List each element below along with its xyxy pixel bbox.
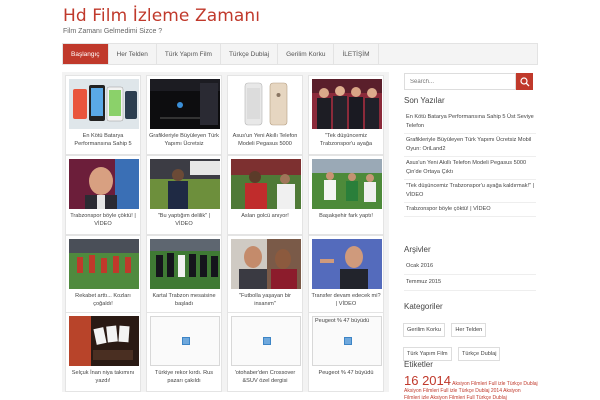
post-card[interactable]: Rekabet arttı... Kozları çoğaldı! bbox=[65, 235, 141, 315]
post-title[interactable]: Başakşehir fark yaptı! bbox=[311, 212, 381, 220]
coach-image[interactable] bbox=[150, 159, 220, 209]
post-card[interactable]: Asus'un Yeni Akıllı Telefon Modeli Pegas… bbox=[227, 75, 303, 155]
recent-post-link[interactable]: Trabzonspor böyle çöktü! | VİDEO bbox=[404, 203, 536, 217]
main-navigation: Başlangıç Her Telden Türk Yapım Film Tür… bbox=[62, 43, 538, 65]
recent-post-link[interactable]: Grafikleriyle Büyüleyen Türk Yapımı Ücre… bbox=[404, 134, 536, 157]
post-title[interactable]: Aslan golcü anıyor! bbox=[230, 212, 300, 220]
categories-list: Gerilim Korku Her Telden Türk Yapım Film… bbox=[403, 318, 537, 366]
footballer-image[interactable] bbox=[231, 159, 301, 209]
player-portrait-image[interactable] bbox=[231, 239, 301, 289]
post-title[interactable]: En Kötü Batarya Performansına Sahip 5 bbox=[68, 132, 138, 148]
category-link[interactable]: Her Telden bbox=[451, 323, 487, 337]
recent-post-link[interactable]: "Tek düşüncemiz Trabzonspor'u ayağa kald… bbox=[404, 180, 536, 203]
men-in-suits-image[interactable] bbox=[312, 79, 382, 129]
broken-image-icon bbox=[182, 337, 190, 345]
phones-image[interactable] bbox=[231, 79, 301, 129]
category-link[interactable]: Türk Yapım Film bbox=[403, 347, 452, 361]
nav-item-home[interactable]: Başlangıç bbox=[63, 44, 109, 64]
post-title[interactable]: Trabzonspor böyle çöktü! | VİDEO bbox=[68, 212, 138, 228]
post-title[interactable]: Rekabet arttı... Kozları çoğaldı! bbox=[68, 292, 138, 308]
training-image[interactable] bbox=[69, 239, 139, 289]
search-input[interactable] bbox=[404, 73, 516, 90]
post-title[interactable]: Türkiye rekor kırdı. Rus pazarı çakıldı bbox=[149, 369, 219, 385]
post-title[interactable]: "Bu yaptığım delilik" | VİDEO bbox=[149, 212, 219, 228]
post-card[interactable]: Aslan golcü anıyor! bbox=[227, 155, 303, 235]
post-card[interactable]: Grafikleriyle Büyüleyen Türk Yapımı Ücre… bbox=[146, 75, 222, 155]
post-card[interactable]: Transfer devam edecek mi? | VİDEO bbox=[308, 235, 384, 315]
broken-image[interactable]: Peugeot % 47 büyüdü bbox=[312, 316, 382, 366]
bald-man-image[interactable] bbox=[69, 159, 139, 209]
search-icon bbox=[519, 76, 529, 86]
cards-image[interactable] bbox=[69, 316, 139, 366]
post-title[interactable]: Grafikleriyle Büyüleyen Türk Yapımı Ücre… bbox=[149, 132, 219, 148]
recent-post-link[interactable]: Asus'un Yeni Akıllı Telefon Modeli Pegas… bbox=[404, 157, 536, 180]
dark-game-image[interactable] bbox=[150, 79, 220, 129]
post-title[interactable]: Kartal Trabzon mesaisine başladı bbox=[149, 292, 219, 308]
post-title[interactable]: Transfer devam edecek mi? | VİDEO bbox=[311, 292, 381, 308]
post-title[interactable]: "Tek düşüncemiz Trabzonspor'u ayağa bbox=[311, 132, 381, 148]
search-button[interactable] bbox=[516, 73, 533, 90]
post-card[interactable]: Başakşehir fark yaptı! bbox=[308, 155, 384, 235]
nav-item-turk-yapim-film[interactable]: Türk Yapım Film bbox=[157, 44, 221, 64]
nav-item-her-telden[interactable]: Her Telden bbox=[109, 44, 157, 64]
site-title[interactable]: Hd Film İzleme Zamanı bbox=[63, 6, 260, 26]
category-link[interactable]: Gerilim Korku bbox=[403, 323, 445, 337]
nav-item-gerilim-korku[interactable]: Gerilim Korku bbox=[278, 44, 335, 64]
archives-title: Arşivler bbox=[404, 245, 431, 254]
broken-image[interactable] bbox=[150, 316, 220, 366]
categories-title: Kategoriler bbox=[404, 302, 443, 311]
post-title[interactable]: "Futbolla yaşayan bir insanım" bbox=[230, 292, 300, 308]
tag-link[interactable]: 16 2014 bbox=[404, 373, 451, 388]
post-card[interactable]: Türkiye rekor kırdı. Rus pazarı çakıldı bbox=[146, 312, 222, 392]
archive-link[interactable]: Ocak 2016 bbox=[404, 259, 536, 275]
post-title[interactable]: Asus'un Yeni Akıllı Telefon Modeli Pegas… bbox=[230, 132, 300, 148]
post-grid: En Kötü Batarya Performansına Sahip 5 Gr… bbox=[62, 72, 389, 392]
post-card[interactable]: Kartal Trabzon mesaisine başladı bbox=[146, 235, 222, 315]
nav-item-turkce-dublaj[interactable]: Türkçe Dublaj bbox=[221, 44, 279, 64]
recent-posts-title: Son Yazılar bbox=[404, 96, 445, 105]
post-card[interactable]: 'otohaber'den Crossover &SUV özel dergis… bbox=[227, 312, 303, 392]
post-title[interactable]: Selçuk İnan niya takımını yazdı! bbox=[68, 369, 138, 385]
post-card[interactable]: En Kötü Batarya Performansına Sahip 5 bbox=[65, 75, 141, 155]
broken-image[interactable] bbox=[231, 316, 301, 366]
post-title[interactable]: Peugeot % 47 büyüdü bbox=[311, 369, 381, 377]
post-card[interactable]: Peugeot % 47 büyüdü Peugeot % 47 büyüdü bbox=[308, 312, 384, 392]
broken-image-icon bbox=[344, 337, 352, 345]
post-card[interactable]: Selçuk İnan niya takımını yazdı! bbox=[65, 312, 141, 392]
archives-list: Ocak 2016 Temmuz 2015 bbox=[404, 259, 536, 291]
post-card[interactable]: "Bu yaptığım delilik" | VİDEO bbox=[146, 155, 222, 235]
image-alt-text: Peugeot % 47 büyüdü bbox=[315, 318, 370, 324]
broken-image-icon bbox=[263, 337, 271, 345]
post-card[interactable]: "Tek düşüncemiz Trabzonspor'u ayağa bbox=[308, 75, 384, 155]
team-training-image[interactable] bbox=[150, 239, 220, 289]
post-card[interactable]: Trabzonspor böyle çöktü! | VİDEO bbox=[65, 155, 141, 235]
site-tagline: Film Zamanı Gelmedimi Sizce ? bbox=[63, 28, 163, 35]
coach-portrait-image[interactable] bbox=[312, 239, 382, 289]
phone-promo-image[interactable] bbox=[69, 79, 139, 129]
recent-posts-list: En Kötü Batarya Performansına Sahip 5 Üs… bbox=[404, 111, 536, 217]
post-card[interactable]: "Futbolla yaşayan bir insanım" bbox=[227, 235, 303, 315]
recent-post-link[interactable]: En Kötü Batarya Performansına Sahip 5 Üs… bbox=[404, 111, 536, 134]
post-title[interactable]: 'otohaber'den Crossover &SUV özel dergis… bbox=[230, 369, 300, 385]
tag-cloud: 16 2014 Aksiyon Filmleri Full izle Türkç… bbox=[404, 374, 538, 400]
nav-item-iletisim[interactable]: İLETİŞİM bbox=[334, 44, 379, 64]
tags-title: Etiketler bbox=[404, 360, 433, 369]
match-image[interactable] bbox=[312, 159, 382, 209]
archive-link[interactable]: Temmuz 2015 bbox=[404, 275, 536, 291]
category-link[interactable]: Türkçe Dublaj bbox=[457, 347, 501, 361]
